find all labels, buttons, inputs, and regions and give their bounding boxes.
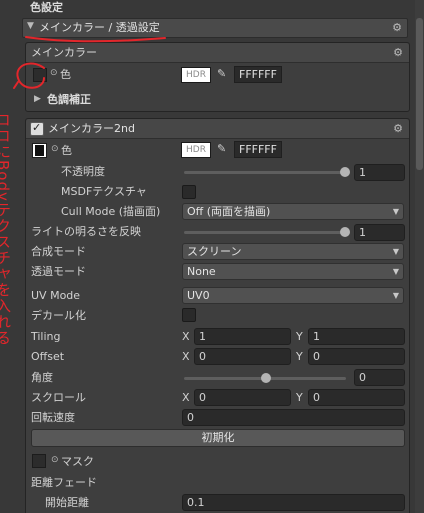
annotation-text: ココにBodyテクスチャを入れる <box>0 112 12 346</box>
handwritten-annotation: ココにBodyテクスチャを入れる <box>0 36 166 346</box>
underline-stroke <box>25 36 166 43</box>
arrow-stroke <box>13 81 19 89</box>
circle-stroke <box>16 62 45 89</box>
